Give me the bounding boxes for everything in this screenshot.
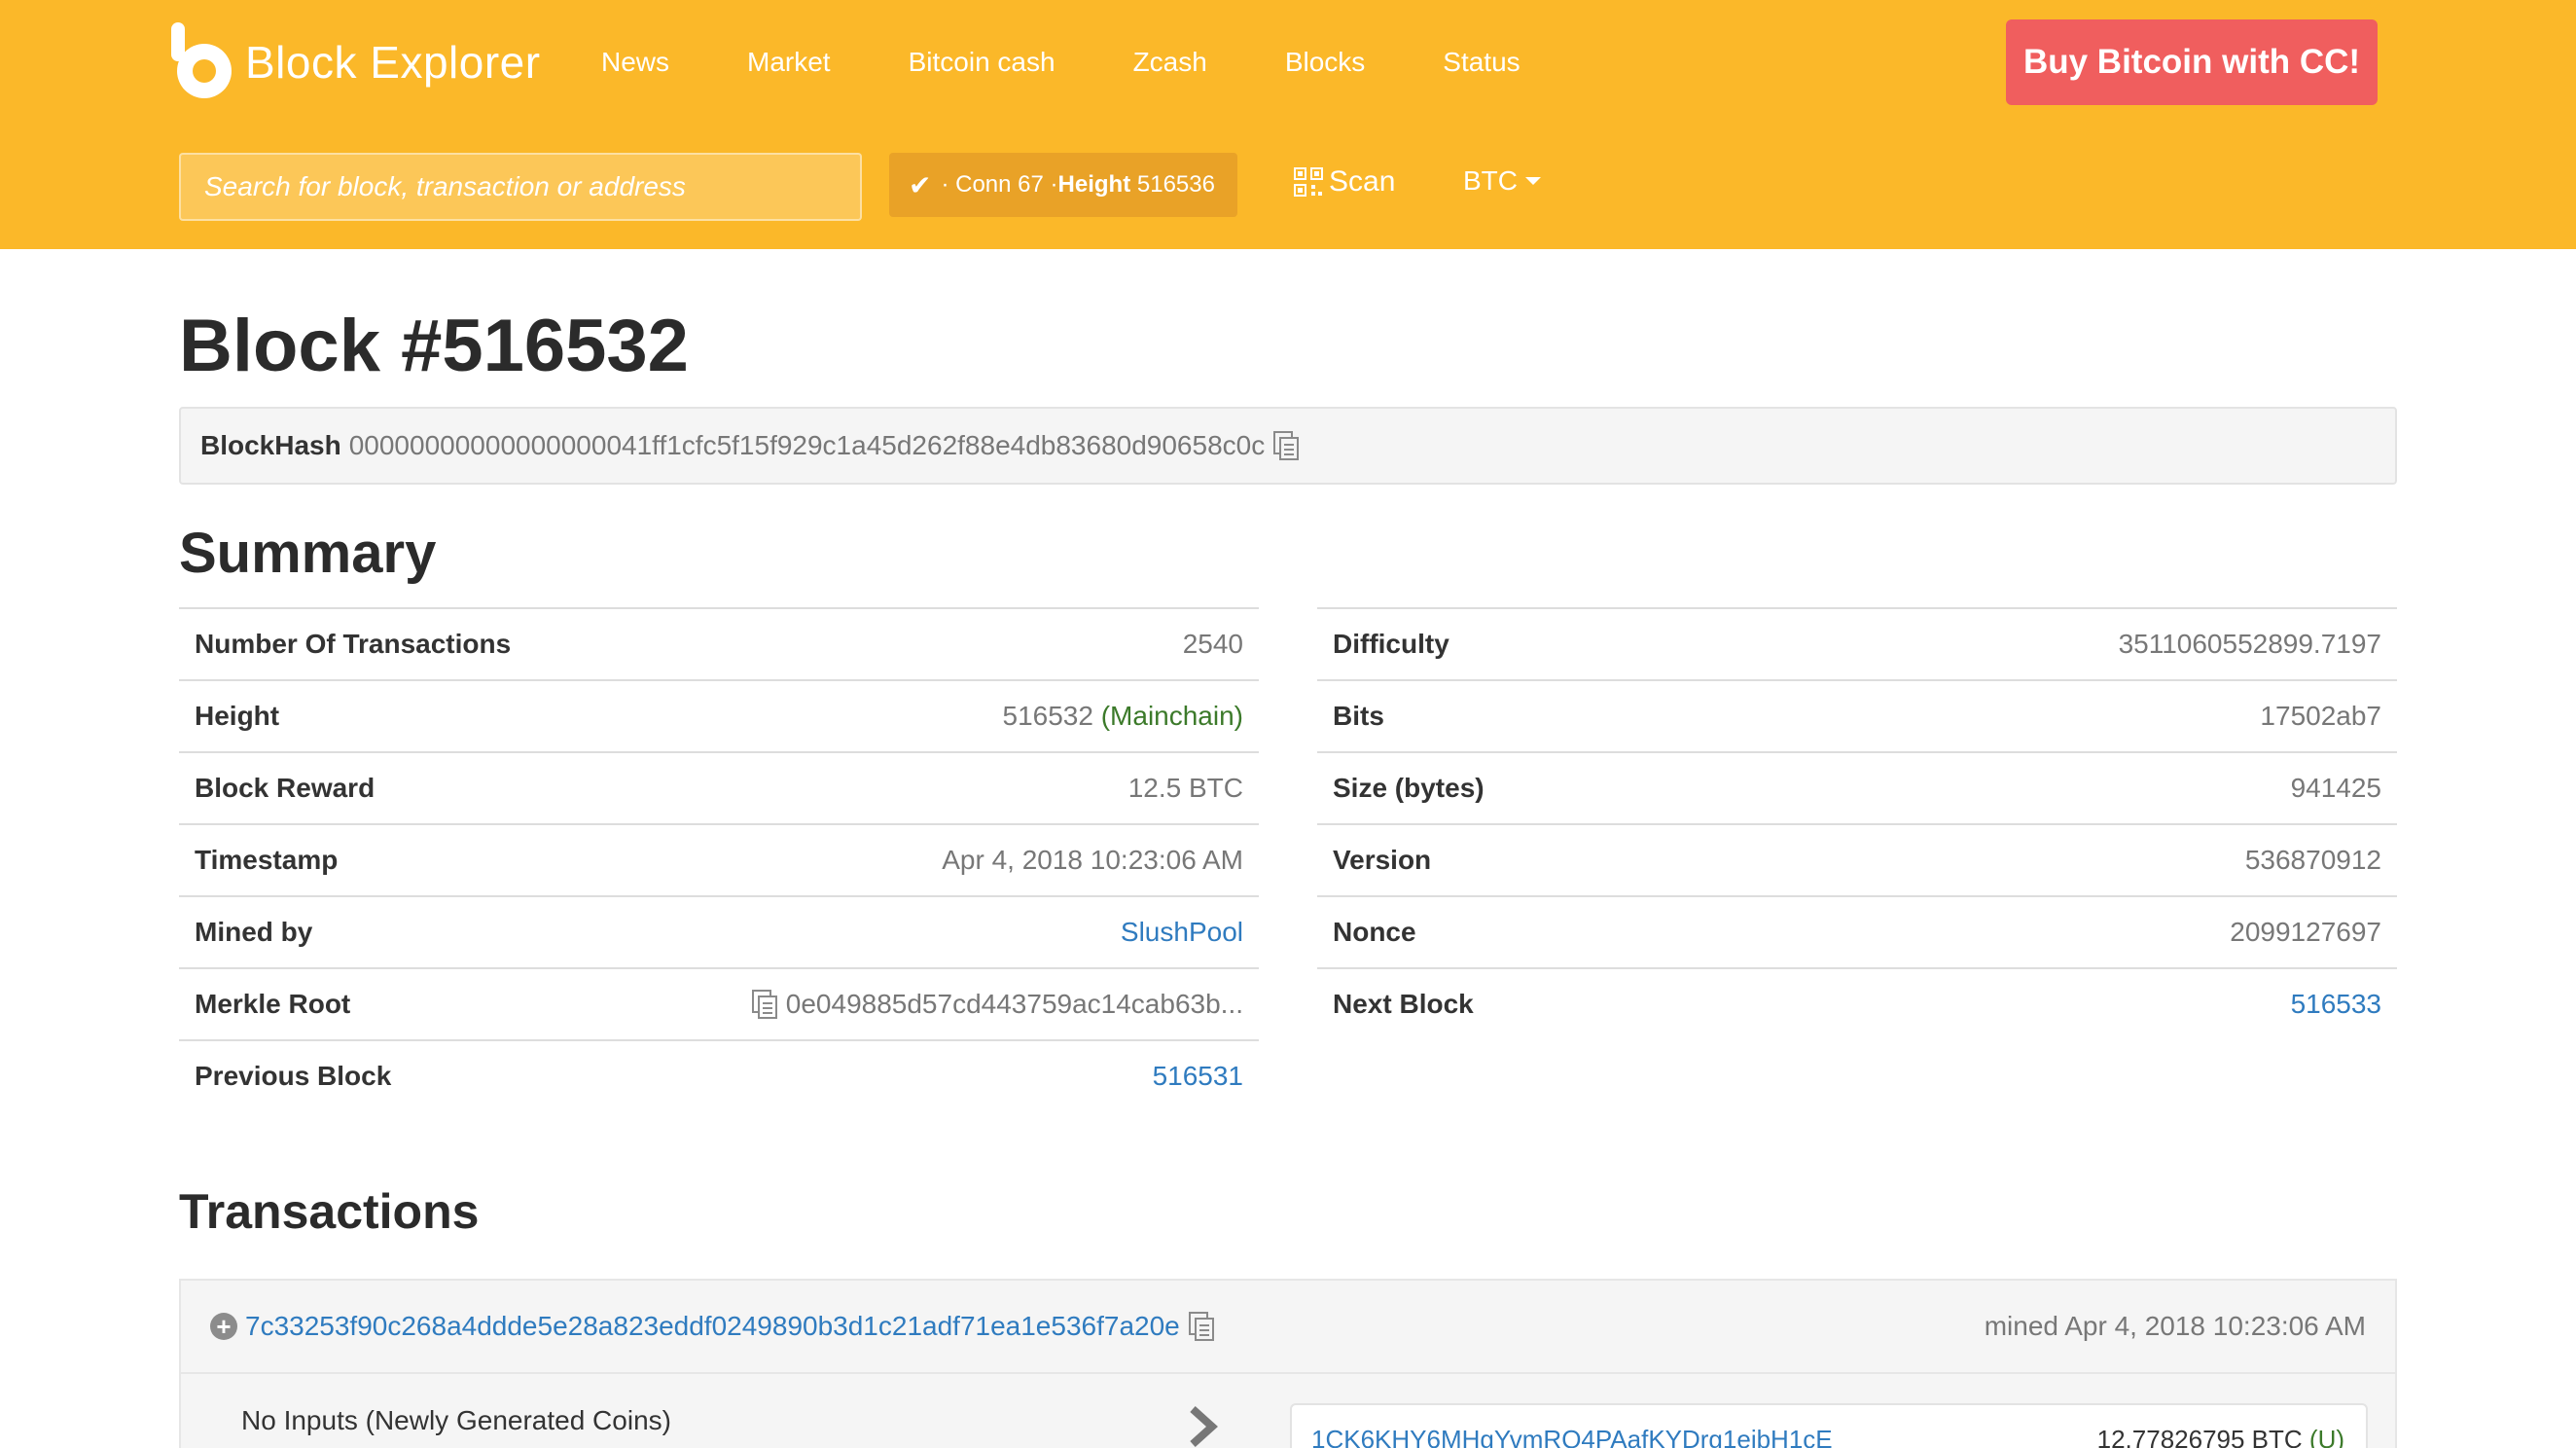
block-hash-label: BlockHash	[200, 430, 341, 460]
summary-table-right: Difficulty 3511060552899.7197 Bits 17502…	[1317, 607, 2397, 1039]
row-value: 516532 (Mainchain)	[1003, 701, 1244, 732]
row-value: 12.5 BTC	[1127, 773, 1243, 803]
nav-blocks[interactable]: Blocks	[1285, 39, 1365, 86]
summary-heading: Summary	[179, 522, 437, 585]
row-value: 2540	[1182, 629, 1243, 659]
copy-icon[interactable]	[1272, 430, 1300, 461]
summary-table-left: Number Of Transactions 2540 Height 51653…	[179, 607, 1259, 1111]
output-unspent-badge: (U)	[2308, 1425, 2344, 1448]
transactions-heading: Transactions	[179, 1184, 480, 1239]
currency-label: BTC	[1463, 165, 1518, 196]
caret-down-icon	[1525, 177, 1541, 185]
summary-row-height: Height 516532 (Mainchain)	[179, 679, 1259, 751]
row-label: Size (bytes)	[1333, 773, 1485, 803]
row-value: Apr 4, 2018 10:23:06 AM	[942, 845, 1243, 875]
block-hash-box: BlockHash 00000000000000000041ff1cfc5f15…	[179, 407, 2397, 485]
top-header: Block Explorer News Market Bitcoin cash …	[0, 0, 2576, 249]
row-label: Bits	[1333, 701, 1384, 731]
scan-button[interactable]: Scan	[1294, 165, 1395, 199]
transaction-header: + 7c33253f90c268a4ddde5e28a823eddf024989…	[181, 1281, 2395, 1374]
copy-icon[interactable]	[1188, 1311, 1215, 1342]
output-address-link[interactable]: 1CK6KHY6MHgYvmRQ4PAafKYDrg1ejbH1cE	[1311, 1425, 1833, 1448]
merkle-root-value: 0e049885d57cd443759ac14cab63b...	[785, 989, 1243, 1019]
row-label: Number Of Transactions	[195, 629, 512, 659]
row-value: 17502ab7	[2260, 701, 2381, 731]
conn-height-value: 516536	[1136, 171, 1215, 198]
row-label: Next Block	[1333, 989, 1474, 1019]
row-value: 0e049885d57cd443759ac14cab63b...	[751, 989, 1243, 1020]
nav-market[interactable]: Market	[747, 39, 831, 86]
nav-status[interactable]: Status	[1443, 39, 1520, 86]
scan-label: Scan	[1329, 165, 1396, 198]
nav-zcash[interactable]: Zcash	[1133, 39, 1207, 86]
txid-link[interactable]: 7c33253f90c268a4ddde5e28a823eddf0249890b…	[245, 1311, 1180, 1342]
nav-bitcoin-cash[interactable]: Bitcoin cash	[909, 39, 1055, 86]
no-inputs-label: No Inputs (Newly Generated Coins)	[241, 1405, 671, 1435]
check-icon: ✔	[909, 169, 932, 200]
row-label: Version	[1333, 845, 1432, 875]
next-block-link[interactable]: 516533	[2291, 989, 2381, 1019]
summary-row-transactions: Number Of Transactions 2540	[179, 607, 1259, 679]
logo-text: Block Explorer	[245, 37, 541, 88]
output-row: 1CK6KHY6MHgYvmRQ4PAafKYDrg1ejbH1cE 12.77…	[1290, 1403, 2368, 1448]
chevron-right-icon	[1190, 1406, 1218, 1447]
summary-row-mined-by: Mined by SlushPool	[179, 895, 1259, 967]
row-label: Previous Block	[195, 1061, 392, 1091]
transaction-card: + 7c33253f90c268a4ddde5e28a823eddf024989…	[179, 1279, 2397, 1448]
height-value: 516532	[1002, 701, 1093, 731]
summary-row-size: Size (bytes) 941425	[1317, 751, 2397, 823]
row-label: Block Reward	[195, 773, 376, 803]
summary-row-previous-block: Previous Block 516531	[179, 1039, 1259, 1111]
expand-plus-icon[interactable]: +	[210, 1313, 237, 1340]
logo[interactable]: Block Explorer	[167, 18, 541, 107]
nav-news[interactable]: News	[601, 39, 669, 86]
block-hash-value: 00000000000000000041ff1cfc5f15f929c1a45d…	[348, 430, 1266, 460]
row-label: Difficulty	[1333, 629, 1449, 659]
conn-height-label: Height	[1057, 171, 1131, 198]
mined-by-link[interactable]: SlushPool	[1121, 917, 1243, 947]
summary-row-next-block: Next Block 516533	[1317, 967, 2397, 1039]
page-title: Block #516532	[179, 305, 689, 387]
row-value: 3511060552899.7197	[2118, 629, 2381, 659]
previous-block-link[interactable]: 516531	[1153, 1061, 1243, 1091]
summary-row-merkle-root: Merkle Root 0e049885d57cd443759ac14cab63…	[179, 967, 1259, 1039]
buy-bitcoin-button[interactable]: Buy Bitcoin with CC!	[2006, 19, 2378, 105]
copy-icon[interactable]	[751, 989, 778, 1020]
block-explorer-logo-icon	[171, 22, 232, 98]
summary-row-timestamp: Timestamp Apr 4, 2018 10:23:06 AM	[179, 823, 1259, 895]
summary-row-bits: Bits 17502ab7	[1317, 679, 2397, 751]
output-amount-value: 12.77826795 BTC	[2096, 1425, 2303, 1448]
main-nav: News Market Bitcoin cash Zcash Blocks St…	[601, 39, 1598, 86]
currency-dropdown[interactable]: BTC	[1463, 165, 1541, 197]
row-value: 941425	[2290, 773, 2381, 803]
mainchain-label: (Mainchain)	[1100, 701, 1243, 731]
conn-count: · Conn 67 ·	[941, 171, 1058, 198]
row-value: 536870912	[2244, 845, 2381, 875]
search-input[interactable]	[179, 153, 862, 221]
mined-timestamp: mined Apr 4, 2018 10:23:06 AM	[1984, 1311, 2366, 1341]
summary-row-nonce: Nonce 2099127697	[1317, 895, 2397, 967]
summary-row-difficulty: Difficulty 3511060552899.7197	[1317, 607, 2397, 679]
summary-row-version: Version 536870912	[1317, 823, 2397, 895]
qr-code-icon	[1294, 167, 1323, 197]
summary-row-block-reward: Block Reward 12.5 BTC	[179, 751, 1259, 823]
output-amount: 12.77826795 BTC (U)	[2097, 1425, 2344, 1448]
row-value: 2099127697	[2230, 917, 2381, 947]
row-label: Height	[195, 701, 280, 731]
row-label: Timestamp	[195, 845, 339, 875]
row-label: Nonce	[1333, 917, 1416, 947]
connection-status-badge[interactable]: ✔ · Conn 67 · Height 516536	[889, 153, 1237, 217]
row-label: Merkle Root	[195, 989, 351, 1019]
row-label: Mined by	[195, 917, 313, 947]
